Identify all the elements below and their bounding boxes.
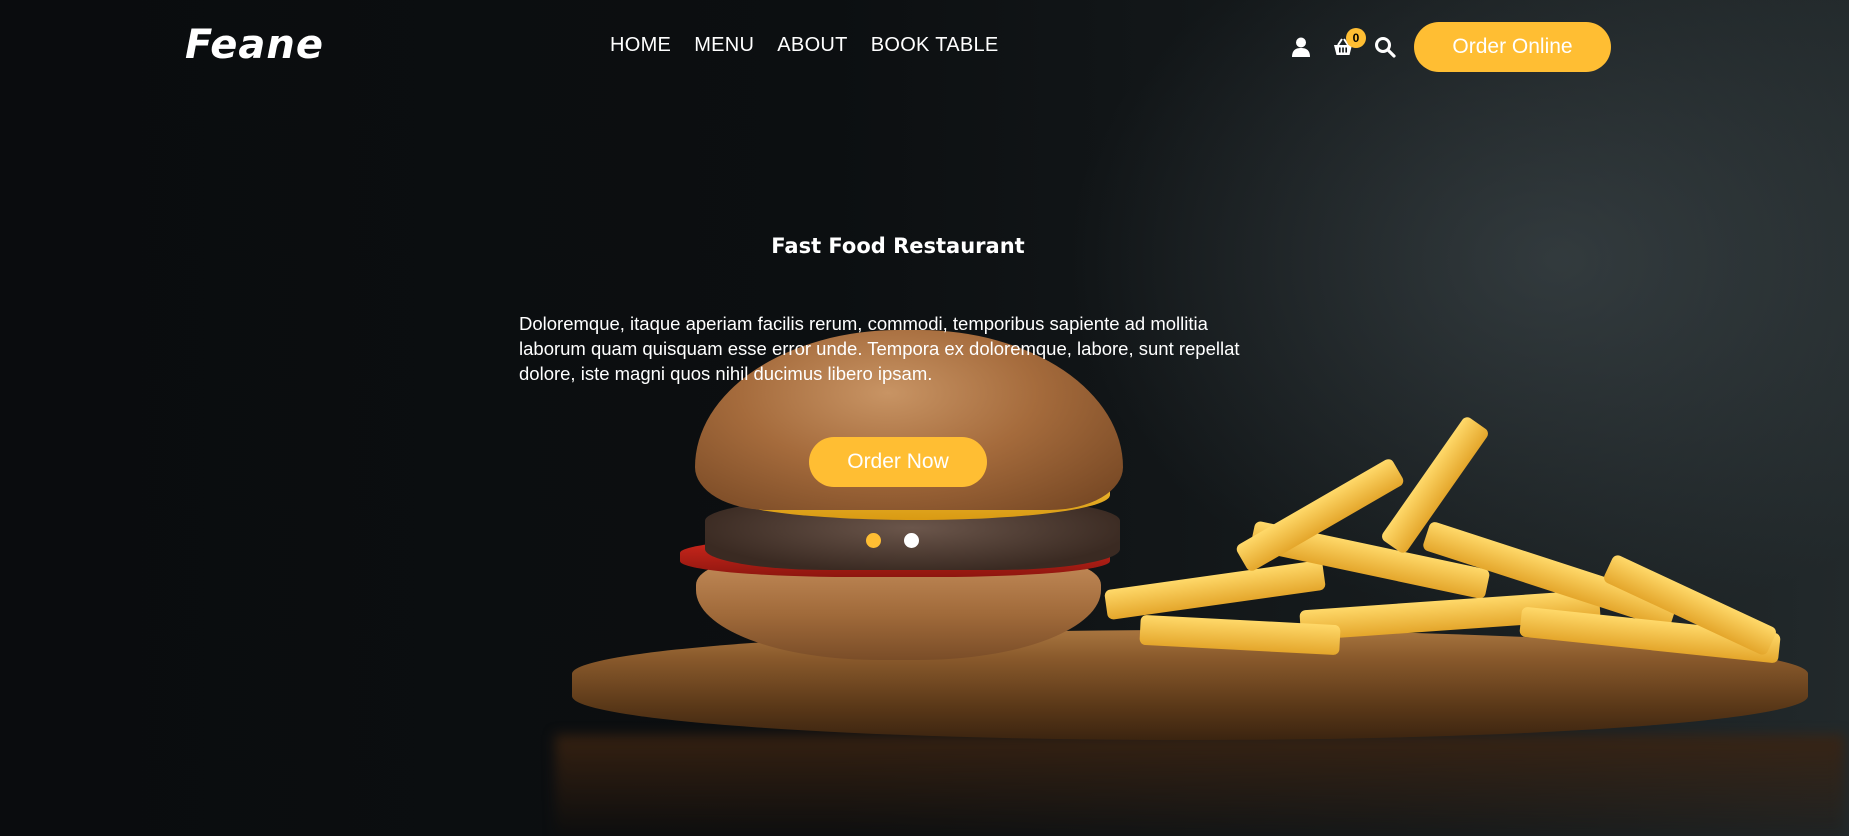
hero-description: Doloremque, itaque aperiam facilis rerum…: [519, 313, 1240, 384]
brand-logo[interactable]: Feane: [185, 22, 324, 68]
nav-item-menu[interactable]: MENU: [694, 34, 754, 57]
nav-item-about[interactable]: ABOUT: [777, 34, 847, 57]
board-reflection: [555, 735, 1845, 836]
carousel-indicators: [866, 533, 919, 548]
cart-count-badge: 0: [1346, 28, 1366, 48]
nav-item-home[interactable]: HOME: [610, 34, 671, 57]
shopping-basket-icon[interactable]: 0: [1332, 28, 1366, 58]
order-now-button[interactable]: Order Now: [809, 437, 987, 487]
header-icons: 0: [1290, 28, 1396, 60]
hero-section: [0, 0, 1849, 836]
nav-item-book-table[interactable]: BOOK TABLE: [871, 34, 999, 57]
search-icon[interactable]: [1374, 36, 1396, 58]
order-online-button[interactable]: Order Online: [1414, 22, 1611, 72]
carousel-dot-1[interactable]: [866, 533, 881, 548]
carousel-dot-2[interactable]: [904, 533, 919, 548]
hero-title: Fast Food Restaurant: [771, 234, 1025, 258]
fry: [1103, 559, 1327, 621]
main-nav: HOME MENU ABOUT BOOK TABLE: [610, 34, 999, 57]
user-icon[interactable]: [1290, 36, 1312, 58]
